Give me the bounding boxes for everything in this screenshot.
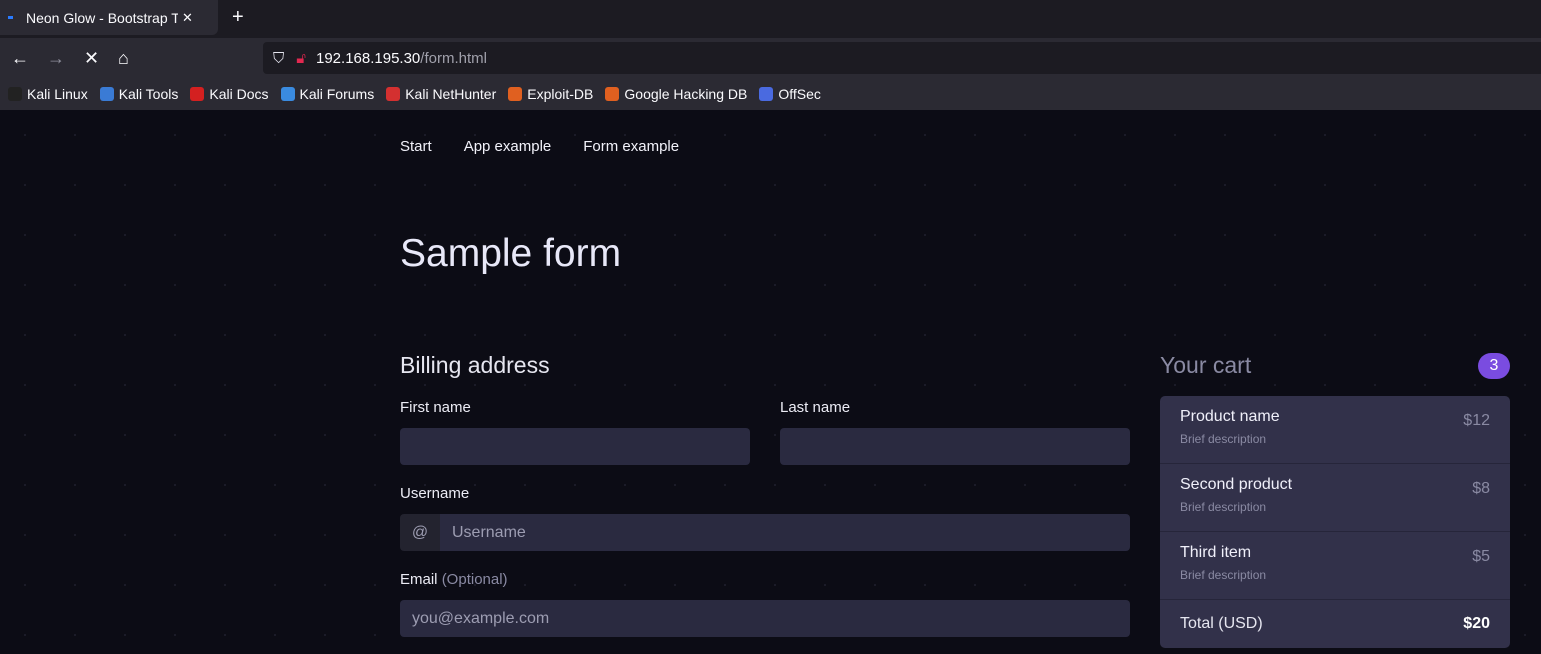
bookmark-favicon-icon [99, 87, 114, 101]
stop-button[interactable]: ✕ [84, 48, 99, 69]
bookmark-favicon-icon [8, 87, 22, 101]
last-name-input[interactable] [780, 428, 1130, 465]
first-name-input[interactable] [400, 428, 750, 465]
nav-toolbar: ← → ✕ ⌂ ⛉ 🔓︎ 192.168.195.30/form.html [0, 38, 1541, 78]
cart-count-badge: 3 [1478, 353, 1510, 379]
at-addon: @ [400, 514, 440, 551]
bookmark-favicon-icon [386, 87, 401, 101]
insecure-lock-icon[interactable]: 🔓︎ [296, 50, 306, 67]
bookmark-favicon-icon [280, 87, 295, 101]
nav-app-example[interactable]: App example [464, 138, 552, 155]
bookmark-item[interactable]: Exploit-DB [508, 86, 593, 102]
item-price: $12 [1463, 412, 1490, 429]
back-button[interactable]: ← [11, 48, 29, 69]
bookmark-item[interactable]: Kali Linux [8, 86, 88, 102]
bookmark-favicon-icon [605, 87, 620, 101]
bookmarks-bar: Kali Linux Kali Tools Kali Docs Kali Forums… [0, 78, 1541, 110]
cart-total: Total (USD) $20 [1160, 600, 1510, 648]
bookmark-label: Google Hacking DB [624, 86, 748, 102]
email-label-text: Email [400, 571, 438, 588]
item-name: Third item [1180, 544, 1252, 561]
browser-tab[interactable]: Neon Glow - Bootstrap Theme✕ [0, 0, 218, 35]
tab-title: Neon Glow - Bootstrap Theme [26, 9, 178, 26]
home-button[interactable]: ⌂ [118, 48, 129, 69]
bookmark-favicon-icon [759, 87, 774, 101]
favicon-icon [8, 16, 13, 19]
total-label: Total (USD) [1180, 615, 1263, 632]
top-nav: Start App example Form example [400, 138, 679, 155]
nav-form-example[interactable]: Form example [583, 138, 679, 155]
bookmark-item[interactable]: Kali Forums [280, 86, 375, 102]
bookmark-label: Kali Forums [299, 86, 375, 102]
bookmark-favicon-icon [508, 87, 523, 101]
bookmark-item[interactable]: Kali NetHunter [386, 86, 496, 102]
close-tab-icon[interactable]: ✕ [182, 10, 193, 26]
bookmark-label: OffSec [778, 86, 821, 102]
item-desc: Brief description [1180, 500, 1267, 514]
item-price: $8 [1472, 480, 1490, 497]
bookmark-item[interactable]: OffSec [759, 86, 821, 102]
item-name: Product name [1180, 408, 1280, 425]
bookmark-item[interactable]: Kali Tools [99, 86, 179, 102]
bookmark-label: Kali Docs [209, 86, 269, 102]
shield-icon[interactable]: ⛉ [273, 50, 284, 67]
new-tab-button[interactable]: + [232, 6, 244, 29]
forward-button[interactable]: → [47, 48, 65, 69]
cart-item: Third item Brief description $5 [1160, 532, 1510, 600]
cart-list: Product name Brief description $12 Second … [1160, 396, 1510, 648]
item-price: $5 [1472, 548, 1490, 565]
nav-start[interactable]: Start [400, 138, 432, 155]
page-content: Start App example Form example Sample fo… [0, 110, 1541, 654]
bookmark-label: Exploit-DB [527, 86, 594, 102]
billing-heading: Billing address [400, 352, 550, 378]
bookmark-item[interactable]: Kali Docs [190, 86, 269, 102]
optional-text: (Optional) [441, 571, 508, 588]
bookmark-label: Kali Tools [118, 86, 179, 102]
email-label: Email (Optional) [400, 571, 508, 588]
url-bar[interactable]: ⛉ 🔓︎ 192.168.195.30/form.html [263, 42, 1541, 74]
bookmark-item[interactable]: Google Hacking DB [605, 86, 747, 102]
cart-heading: Your cart [1160, 352, 1252, 378]
item-name: Second product [1180, 476, 1293, 493]
bookmark-label: Kali Linux [27, 86, 88, 102]
last-name-label: Last name [780, 399, 851, 416]
first-name-label: First name [400, 399, 471, 416]
email-input[interactable]: you@example.com [400, 600, 1130, 637]
total-value: $20 [1463, 615, 1490, 632]
item-desc: Brief description [1180, 568, 1267, 582]
cart-item: Product name Brief description $12 [1160, 396, 1510, 464]
item-desc: Brief description [1180, 432, 1267, 446]
bookmark-label: Kali NetHunter [405, 86, 497, 102]
username-input[interactable]: Username [440, 514, 1130, 551]
url-path: /form.html [420, 49, 487, 67]
username-label: Username [400, 485, 470, 502]
tab-bar: Neon Glow - Bootstrap Theme✕ + [0, 0, 1541, 38]
page-title: Sample form [400, 232, 622, 275]
cart-item: Second product Brief description $8 [1160, 464, 1510, 532]
bookmark-favicon-icon [190, 87, 205, 101]
url-host: 192.168.195.30 [316, 49, 421, 67]
